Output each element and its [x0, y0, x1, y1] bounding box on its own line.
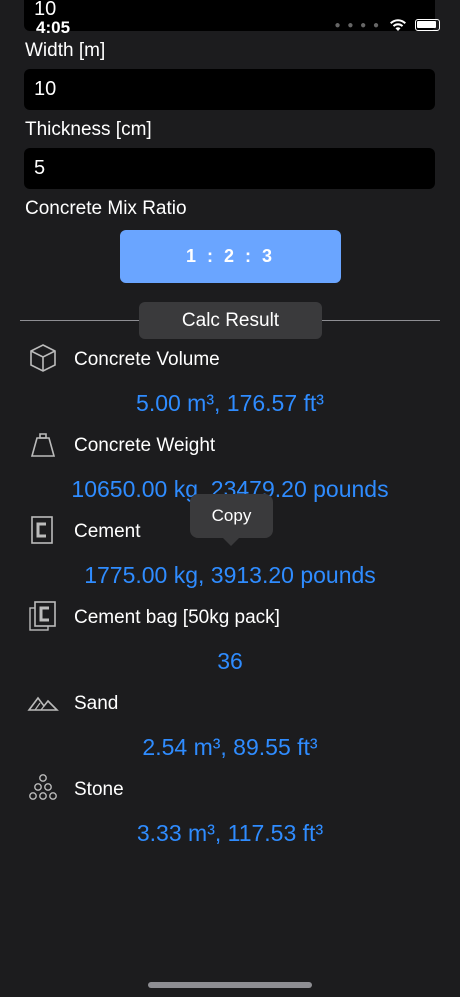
stone-icon: [29, 774, 57, 800]
mix-ratio-label: Concrete Mix Ratio: [25, 198, 187, 219]
home-indicator[interactable]: [148, 982, 312, 988]
sand-icon: [27, 696, 59, 711]
signal-dots-icon: ● ● ● ●: [334, 19, 381, 31]
weight-icon: [30, 433, 56, 457]
sand-label: Sand: [74, 693, 119, 714]
cement-label: Cement: [74, 521, 141, 542]
divider-right: [322, 320, 440, 321]
divider-left: [20, 320, 139, 321]
cement-icon: [31, 516, 53, 544]
thickness-value: 5: [34, 157, 46, 179]
status-time: 4:05: [36, 18, 71, 37]
concrete-weight-label: Concrete Weight: [74, 435, 216, 456]
thickness-field[interactable]: 5: [24, 148, 435, 189]
width-value: 10: [34, 78, 57, 100]
concrete-volume-value[interactable]: 5.00 m³, 176.57 ft³: [0, 390, 460, 417]
width-label: Width [m]: [25, 40, 106, 61]
wifi-icon: [390, 19, 406, 31]
cube-icon: [30, 344, 56, 372]
cement-value[interactable]: 1775.00 kg, 3913.20 pounds: [0, 562, 460, 589]
stone-label: Stone: [74, 779, 124, 800]
cement-bag-label: Cement bag [50kg pack]: [74, 607, 280, 628]
copy-tooltip[interactable]: Copy: [190, 494, 273, 546]
concrete-volume-label: Concrete Volume: [74, 349, 220, 370]
width-field[interactable]: 10: [24, 69, 435, 110]
calc-result-button[interactable]: Calc Result: [139, 302, 322, 339]
cement-bag-value[interactable]: 36: [0, 648, 460, 675]
stone-value[interactable]: 3.33 m³, 117.53 ft³: [0, 820, 460, 847]
thickness-label: Thickness [cm]: [25, 119, 152, 140]
sand-value[interactable]: 2.54 m³, 89.55 ft³: [0, 734, 460, 761]
status-bar: 4:05 ● ● ● ●: [0, 0, 460, 40]
mix-ratio-button[interactable]: 1 : 2 : 3: [120, 230, 341, 283]
cement-bag-icon: [29, 601, 56, 631]
battery-icon: [415, 19, 440, 31]
status-icons: ● ● ● ●: [334, 18, 440, 32]
